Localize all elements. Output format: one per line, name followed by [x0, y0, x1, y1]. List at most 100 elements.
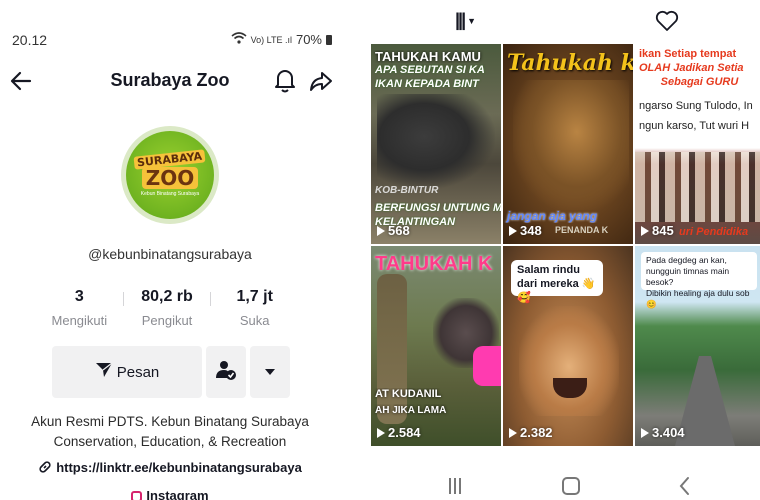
tab-liked-heart-icon[interactable]: [655, 10, 679, 32]
user-check-icon: [215, 359, 237, 386]
stat-followers[interactable]: 80,2 rb Pengikut: [124, 288, 211, 332]
profile-header: Surabaya Zoo: [0, 62, 340, 102]
view-count: 568: [377, 223, 410, 238]
binturong-image: [377, 94, 495, 189]
thumbnail-caption: Pada degdeg an kan,: [646, 255, 727, 265]
recent-apps-icon[interactable]: [449, 478, 465, 494]
avatar[interactable]: SURABAYA ZOO Kebun Binatang Surabaya: [121, 126, 219, 224]
grid-icon: |||: [455, 10, 466, 30]
play-icon: [377, 225, 385, 236]
thumbnail-caption: nungguin timnas main besok?: [646, 266, 730, 287]
profile-bio: Akun Resmi PDTS. Kebun Binatang Surabaya…: [0, 412, 340, 452]
thumbnail-caption: ikan Setiap tempat: [639, 48, 737, 60]
profile-link[interactable]: https://linktr.ee/kebunbinatangsurabaya: [0, 460, 340, 477]
view-count: 348: [509, 223, 542, 238]
profile-actions: Pesan: [52, 346, 290, 398]
view-count-value: 348: [520, 223, 542, 238]
caret-down-icon: [264, 363, 276, 381]
thumbnail-caption: AH JIKA LAMA: [375, 405, 447, 416]
thumbnail-caption: APA SEBUTAN SI KA: [375, 64, 485, 76]
link-chain-icon: [38, 460, 52, 477]
logo-text-main: ZOO: [141, 167, 199, 189]
stat-likes[interactable]: 1,7 jt Suka: [211, 288, 298, 332]
caption-bubble: Salam rindu dari mereka 👋🥰: [511, 260, 603, 304]
play-icon: [641, 225, 649, 236]
instagram-link[interactable]: Instagram: [0, 488, 340, 500]
back-chevron-icon[interactable]: [675, 475, 695, 497]
stat-value: 1,7 jt: [236, 288, 273, 305]
system-navigation-bar: [363, 470, 760, 500]
view-count: 2.584: [377, 425, 421, 440]
view-count: 3.404: [641, 425, 685, 440]
battery-percent: 70%: [295, 32, 322, 47]
profile-stats: 3 Mengikuti 80,2 rb Pengikut 1,7 jt Suka: [36, 288, 298, 332]
wifi-icon: [231, 32, 247, 47]
video-thumbnail[interactable]: TAHUKAH KAMU APA SEBUTAN SI KA IKAN KEPA…: [371, 44, 501, 244]
view-count-value: 845: [652, 223, 674, 238]
view-count-value: 2.382: [520, 425, 553, 440]
zoo-logo: SURABAYA ZOO Kebun Binatang Surabaya: [126, 131, 214, 219]
stat-label: Pengikut: [141, 313, 193, 328]
thumbnail-caption: ngun karso, Tut wuri H: [639, 120, 750, 132]
message-button-label: Pesan: [116, 363, 160, 381]
more-options-button[interactable]: [250, 346, 290, 398]
status-bar: 20.12 Vo) LTE .ıl 70%: [0, 0, 340, 48]
group-photo-image: [635, 152, 760, 222]
play-icon: [377, 427, 385, 438]
lioness-image: [519, 306, 619, 416]
thumbnail-caption: uri Pendidika: [679, 226, 749, 238]
view-count: 845: [641, 223, 674, 238]
notification-bell-icon[interactable]: [272, 66, 298, 94]
play-icon: [509, 427, 517, 438]
sticker-shape: [473, 346, 501, 386]
thumbnail-caption: IKAN KEPADA BINT: [375, 78, 479, 90]
message-button[interactable]: Pesan: [52, 346, 202, 398]
view-count-value: 2.584: [388, 425, 421, 440]
thumbnail-caption: Salam rindu: [517, 264, 580, 276]
bio-line: Akun Resmi PDTS. Kebun Binatang Surabaya: [31, 414, 309, 429]
stat-value: 80,2 rb: [141, 288, 193, 305]
home-icon[interactable]: [562, 477, 580, 495]
signal-indicator: Vo) LTE .ıl: [250, 34, 292, 45]
play-icon: [509, 225, 517, 236]
thumbnail-caption: AT KUDANIL: [375, 388, 442, 400]
thumbnail-caption: OLAH Jadikan Setia: [639, 62, 744, 74]
video-thumbnail[interactable]: ikan Setiap tempat OLAH Jadikan Setia Se…: [635, 44, 760, 244]
video-thumbnail[interactable]: TAHUKAH K AT KUDANIL AH JIKA LAMA 2.584: [371, 246, 501, 446]
view-count-value: 568: [388, 223, 410, 238]
share-icon[interactable]: [308, 68, 334, 94]
video-thumbnail[interactable]: Salam rindu dari mereka 👋🥰 2.382: [503, 246, 633, 446]
video-grid: TAHUKAH KAMU APA SEBUTAN SI KA IKAN KEPA…: [371, 44, 760, 446]
content-tabs: ||| ▼: [363, 0, 760, 44]
videos-panel: ||| ▼ TAHUKAH KAMU APA SEBUTAN SI KA IKA…: [363, 0, 760, 500]
play-icon: [641, 427, 649, 438]
view-count-value: 3.404: [652, 425, 685, 440]
instagram-label: Instagram: [146, 488, 209, 500]
thumbnail-caption: KOB-BINTUR: [375, 185, 439, 196]
thumbnail-caption: TAHUKAH KAMU: [375, 50, 481, 63]
video-thumbnail[interactable]: Tahukah kamu jangan aja yang PENANDA K 3…: [503, 44, 633, 244]
following-status-button[interactable]: [206, 346, 246, 398]
stat-value: 3: [74, 288, 84, 305]
caret-down-icon: ▼: [467, 15, 477, 26]
thumbnail-caption: BERFUNGSI UNTUNG MEMB: [375, 202, 501, 214]
view-count: 2.382: [509, 425, 553, 440]
thumbnail-caption: Sebagai GURU: [660, 76, 739, 88]
profile-panel: 20.12 Vo) LTE .ıl 70% Surabaya Zoo SURAB…: [0, 0, 340, 500]
thumbnail-caption: dari mereka 👋🥰: [517, 278, 596, 304]
thumbnail-caption: Dibikin healing aja dulu sob 😊: [646, 288, 750, 309]
instagram-icon: [131, 491, 143, 500]
status-icons: Vo) LTE .ıl 70%: [231, 32, 332, 47]
bio-line: Conservation, Education, & Recreation: [53, 434, 287, 449]
thumbnail-caption: TAHUKAH K: [375, 253, 493, 275]
stat-following[interactable]: 3 Mengikuti: [36, 288, 123, 332]
thumbnail-caption: ngarso Sung Tulodo, In: [639, 100, 753, 112]
keeper-image: [377, 274, 407, 424]
battery-icon: [326, 34, 332, 45]
send-icon: [95, 362, 113, 382]
profile-link-text: https://linktr.ee/kebunbinatangsurabaya: [56, 460, 302, 475]
logo-text-sub: Kebun Binatang Surabaya: [140, 191, 200, 197]
tab-videos[interactable]: ||| ▼: [455, 10, 476, 31]
video-thumbnail[interactable]: Pada degdeg an kan, nungguin timnas main…: [635, 246, 760, 446]
thumbnail-caption: jangan aja yang: [507, 210, 598, 223]
